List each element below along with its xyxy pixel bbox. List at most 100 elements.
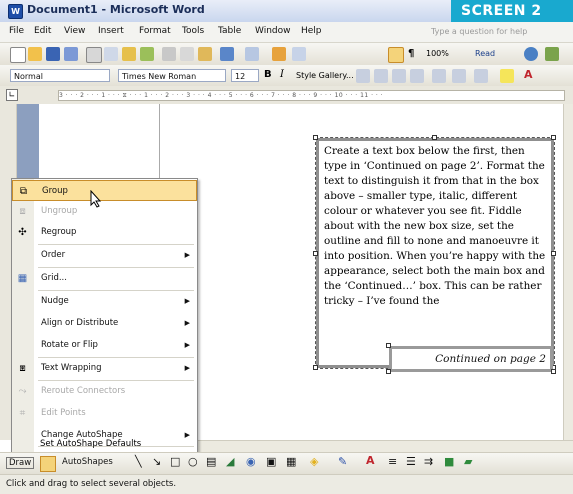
text-box-body[interactable]: Create a text box below the first, then … [324, 144, 550, 309]
paste-icon[interactable] [198, 47, 212, 61]
menu-item-nudge[interactable]: Nudge ▶ [12, 291, 197, 312]
textbox-icon[interactable]: ▤ [206, 455, 216, 468]
resize-handle[interactable] [551, 251, 556, 256]
line-style-icon[interactable]: ≡ [388, 455, 397, 468]
tab-selector-icon[interactable]: ∟ [6, 89, 18, 101]
print-preview-icon[interactable] [104, 47, 118, 61]
menu-tools[interactable]: Tools [182, 26, 204, 36]
arrow-style-icon[interactable]: ⇉ [424, 455, 433, 468]
arrow-icon[interactable]: ↘ [152, 455, 161, 468]
show-hide-icon[interactable]: ¶ [408, 48, 414, 59]
menu-edit[interactable]: Edit [34, 26, 51, 36]
diagram-icon[interactable]: ◉ [246, 455, 256, 468]
drawing-toggle-icon[interactable] [388, 47, 404, 63]
submenu-arrow-icon: ▶ [184, 319, 190, 327]
resize-handle[interactable] [386, 343, 391, 348]
style-gallery-button[interactable]: Style Gallery... [296, 71, 354, 80]
clipart-icon[interactable]: ▣ [266, 455, 276, 468]
menu-help[interactable]: Help [301, 26, 322, 36]
permission-icon[interactable] [64, 47, 78, 61]
resize-handle[interactable] [313, 251, 318, 256]
draw-menu-button[interactable]: Draw [6, 457, 35, 469]
menu-view[interactable]: View [64, 26, 85, 36]
center-icon[interactable] [374, 69, 388, 83]
font-color-draw-icon[interactable]: A [366, 454, 375, 467]
new-document-icon[interactable] [10, 47, 26, 63]
zoom-box[interactable]: 100% [426, 49, 449, 58]
font-color-icon[interactable]: A [524, 68, 533, 81]
justify-icon[interactable] [410, 69, 424, 83]
menu-item-ungroup[interactable]: ⧈ Ungroup [12, 201, 197, 222]
continued-text[interactable]: Continued on page 2 [435, 353, 546, 365]
menu-table[interactable]: Table [218, 26, 241, 36]
italic-icon[interactable]: I [280, 69, 284, 80]
3d-icon[interactable]: ▰ [464, 455, 472, 468]
options-icon[interactable] [545, 47, 559, 61]
regroup-icon: ✣ [18, 227, 27, 238]
cut-icon[interactable] [162, 47, 176, 61]
resize-handle[interactable] [551, 135, 556, 140]
menu-item-order[interactable]: Order ▶ [12, 245, 197, 266]
font-size-dropdown[interactable]: 12 [231, 69, 259, 82]
fill-color-icon[interactable]: ◈ [310, 455, 318, 468]
font-dropdown[interactable]: Times New Roman [118, 69, 226, 82]
menu-window[interactable]: Window [255, 26, 291, 36]
resize-handle[interactable] [386, 369, 391, 374]
picture-icon[interactable]: ▦ [286, 455, 296, 468]
menu-item-align-distribute[interactable]: Align or Distribute ▶ [12, 313, 197, 334]
line-icon[interactable]: ╲ [135, 455, 142, 468]
menu-insert[interactable]: Insert [98, 26, 124, 36]
horizontal-ruler[interactable]: ∟ 3 · · · 2 · · · 1 · · · ⧖ · · · 1 · · … [0, 86, 573, 105]
align-left-icon[interactable] [356, 69, 370, 83]
numbering-icon[interactable] [452, 69, 466, 83]
autoshapes-button[interactable]: AutoShapes [62, 457, 113, 467]
undo-icon[interactable] [220, 47, 234, 61]
line-spacing-icon[interactable] [432, 69, 446, 83]
main-text-box[interactable]: Create a text box below the first, then … [315, 137, 555, 369]
line-color-icon[interactable]: ✎ [338, 455, 347, 468]
read-button[interactable]: Read [475, 49, 495, 58]
menu-item-reroute-connectors[interactable]: ⤳ Reroute Connectors [12, 381, 197, 402]
menu-item-group[interactable]: ⧉ Group [12, 180, 197, 201]
menu-item-text-wrapping[interactable]: ⧆ Text Wrapping ▶ [12, 358, 197, 379]
resize-handle[interactable] [551, 369, 556, 374]
word-window: W Document1 - Microsoft Word SCREEN 2 Fi… [0, 0, 573, 494]
menu-item-set-autoshape-defaults[interactable]: Set AutoShape Defaults [11, 434, 196, 454]
dash-style-icon[interactable]: ☰ [406, 455, 416, 468]
menu-item-label: Ungroup [41, 206, 78, 216]
bold-icon[interactable]: B [264, 69, 272, 80]
save-icon[interactable] [46, 47, 60, 61]
submenu-arrow-icon: ▶ [184, 251, 190, 259]
bullets-icon[interactable] [474, 69, 488, 83]
help-icon[interactable] [524, 47, 538, 61]
shadow-icon[interactable]: ■ [444, 455, 454, 468]
redo-icon[interactable] [245, 47, 259, 61]
open-folder-icon[interactable] [28, 47, 42, 61]
vertical-scrollbar[interactable] [563, 104, 573, 440]
tables-icon[interactable] [292, 47, 306, 61]
hyperlink-icon[interactable] [272, 47, 286, 61]
align-right-icon[interactable] [392, 69, 406, 83]
menu-file[interactable]: File [9, 26, 24, 36]
resize-handle[interactable] [313, 135, 318, 140]
resize-handle[interactable] [432, 135, 437, 140]
spelling-icon[interactable] [140, 47, 154, 61]
resize-handle[interactable] [313, 365, 318, 370]
menu-format[interactable]: Format [139, 26, 171, 36]
oval-icon[interactable]: ○ [188, 455, 198, 468]
menu-item-edit-points[interactable]: ⌗ Edit Points [12, 403, 197, 424]
ask-question-box[interactable]: Type a question for help [431, 25, 545, 38]
copy-icon[interactable] [180, 47, 194, 61]
continued-text-box[interactable]: Continued on page 2 [389, 346, 553, 372]
research-icon[interactable] [122, 47, 136, 61]
menu-item-rotate-flip[interactable]: Rotate or Flip ▶ [12, 335, 197, 356]
menu-item-regroup[interactable]: ✣ Regroup [12, 222, 197, 243]
wordart-icon[interactable]: ◢ [226, 455, 234, 468]
print-icon[interactable] [86, 47, 102, 63]
select-objects-icon[interactable] [40, 456, 56, 472]
highlight-icon[interactable] [500, 69, 514, 83]
rectangle-icon[interactable]: □ [170, 455, 180, 468]
style-dropdown[interactable]: Normal [10, 69, 110, 82]
word-app-icon[interactable]: W [8, 4, 23, 19]
menu-item-grid[interactable]: ▦ Grid... [12, 268, 197, 289]
